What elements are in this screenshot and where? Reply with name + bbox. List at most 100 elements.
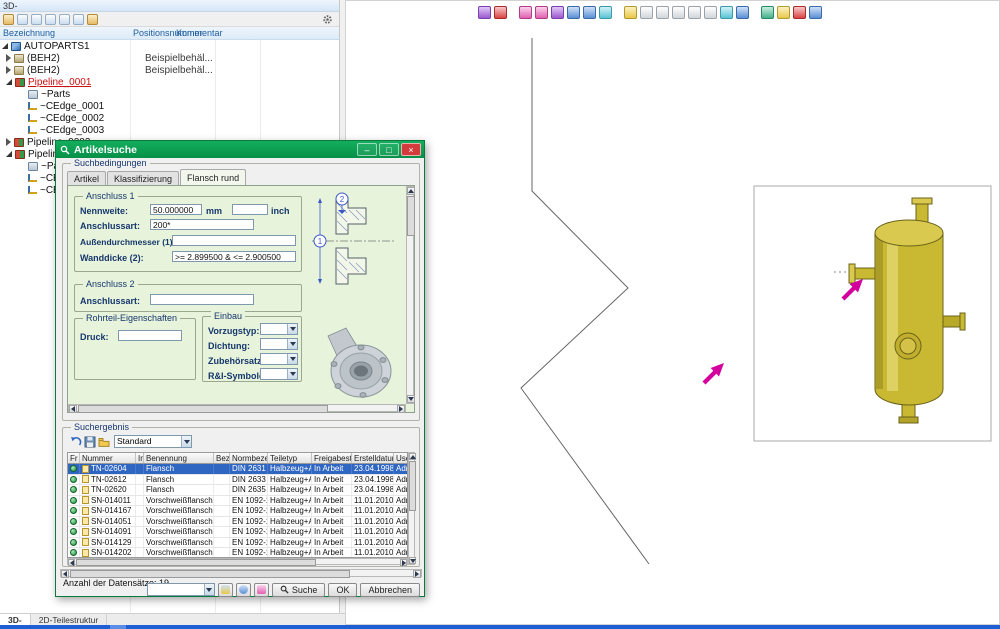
column-kommentar[interactable]: Kommentar xyxy=(176,28,223,38)
drawing-canvas[interactable] xyxy=(346,1,1000,626)
tree-row[interactable]: ~CEdge_0001 xyxy=(0,100,339,112)
dialog-titlebar[interactable]: Artikelsuche – □ × xyxy=(56,141,424,158)
column-bezeichnung[interactable]: Bezeichnung xyxy=(3,28,55,38)
taskbar-item[interactable] xyxy=(110,625,126,629)
print-icon[interactable] xyxy=(3,14,14,25)
chevron-down-icon[interactable] xyxy=(287,369,297,379)
grid-table-icon[interactable] xyxy=(761,6,774,19)
table-horizontal-scrollbar[interactable] xyxy=(67,558,408,565)
find-part-icon[interactable] xyxy=(87,14,98,25)
result-row[interactable]: SN-014051 Vorschweißflansch EN 1092-1/1 … xyxy=(68,517,407,528)
maximize-icon[interactable]: □ xyxy=(379,143,399,156)
zoom-prev-icon[interactable] xyxy=(599,6,612,19)
part-preview-button[interactable] xyxy=(218,583,233,597)
result-row[interactable]: SN-014202 Vorschweißflansch EN 1092-1/1 … xyxy=(68,548,407,558)
scroll-up-icon[interactable] xyxy=(407,187,415,195)
sheet-props-icon[interactable] xyxy=(704,6,717,19)
results-header-row[interactable]: Fr Nummer In Benennung Bezeic Normbezei … xyxy=(68,453,407,464)
tab-3d[interactable]: 3D- xyxy=(0,614,31,625)
tree-row[interactable]: ~CEdge_0002 xyxy=(0,112,339,124)
pencil-icon[interactable] xyxy=(519,6,532,19)
scroll-left-icon[interactable] xyxy=(68,559,75,566)
collapse-all-icon[interactable] xyxy=(45,14,56,25)
layers-icon[interactable] xyxy=(736,6,749,19)
clear-button[interactable] xyxy=(254,583,269,597)
aussendurchmesser-input[interactable] xyxy=(172,235,296,246)
pen-icon[interactable] xyxy=(535,6,548,19)
result-row[interactable]: TN-02612 Flansch DIN 2633 Halbzeug+An In… xyxy=(68,475,407,486)
scroll-thumb[interactable] xyxy=(78,405,328,413)
tab-flansch-rund[interactable]: Flansch rund xyxy=(180,169,246,185)
anschlussart2-input[interactable] xyxy=(150,294,254,305)
expanded-arrow-icon[interactable] xyxy=(6,79,12,85)
undo-icon[interactable] xyxy=(70,436,82,448)
tree-row[interactable]: (BEH2)Beispielbehäl... xyxy=(0,64,339,76)
refresh-button[interactable] xyxy=(236,583,251,597)
close-icon[interactable]: × xyxy=(401,143,421,156)
scroll-left-icon[interactable] xyxy=(69,405,77,413)
dialog-horizontal-scrollbar[interactable] xyxy=(60,569,422,577)
paint-icon[interactable] xyxy=(624,6,637,19)
result-row[interactable]: SN-014167 Vorschweißflansch EN 1092-1/1 … xyxy=(68,506,407,517)
pane-vertical-scrollbar[interactable] xyxy=(406,186,414,404)
zubehoersatz-combo[interactable] xyxy=(260,353,298,365)
scroll-right-icon[interactable] xyxy=(397,405,405,413)
viewport-icon[interactable] xyxy=(720,6,733,19)
chevron-down-icon[interactable] xyxy=(181,436,191,447)
zoom-window-icon[interactable] xyxy=(583,6,596,19)
collapsed-arrow-icon[interactable] xyxy=(6,138,11,146)
table-vertical-scrollbar[interactable] xyxy=(408,452,415,565)
expanded-arrow-icon[interactable] xyxy=(2,43,8,49)
anschlussart-input[interactable] xyxy=(150,219,254,230)
filter-icon[interactable] xyxy=(809,6,822,19)
scissors-icon[interactable] xyxy=(551,6,564,19)
scroll-right-icon[interactable] xyxy=(400,559,407,566)
refresh-tree-icon[interactable] xyxy=(17,14,28,25)
chevron-down-icon[interactable] xyxy=(287,354,297,364)
favorites-combo[interactable] xyxy=(147,583,215,596)
parts-list-icon[interactable] xyxy=(777,6,790,19)
sheet-save-icon[interactable] xyxy=(688,6,701,19)
result-row[interactable]: SN-014129 Vorschweißflansch EN 1092-1/1 … xyxy=(68,538,407,549)
delete-icon[interactable] xyxy=(793,6,806,19)
dichtung-combo[interactable] xyxy=(260,338,298,350)
suche-button[interactable]: Suche xyxy=(272,583,326,597)
scroll-up-icon[interactable] xyxy=(409,453,416,460)
tree-row[interactable]: ~Parts xyxy=(0,88,339,100)
chevron-down-icon[interactable] xyxy=(287,339,297,349)
ok-button[interactable]: OK xyxy=(328,583,357,597)
wanddicke-input[interactable] xyxy=(172,251,296,262)
collapsed-arrow-icon[interactable] xyxy=(6,66,11,74)
scroll-left-icon[interactable] xyxy=(61,570,69,578)
vorzugstyp-combo[interactable] xyxy=(260,323,298,335)
taskbar[interactable] xyxy=(0,625,1000,629)
abbrechen-button[interactable]: Abbrechen xyxy=(360,583,420,597)
save-icon[interactable] xyxy=(84,436,96,448)
scroll-thumb[interactable] xyxy=(70,570,350,578)
tab-2d-teilestruktur[interactable]: 2D-Teilestruktur xyxy=(31,614,108,625)
tab-artikel[interactable]: Artikel xyxy=(67,171,106,185)
open-folder-icon[interactable] xyxy=(98,436,110,448)
sheet-new-icon[interactable] xyxy=(656,6,669,19)
drawing-area[interactable] xyxy=(345,0,1000,625)
snap-grid-icon[interactable] xyxy=(478,6,491,19)
sheet-open-icon[interactable] xyxy=(672,6,685,19)
sync-selection-icon[interactable] xyxy=(73,14,84,25)
sketch-plane-icon[interactable] xyxy=(494,6,507,19)
result-row[interactable]: SN-014011 Vorschweißflansch EN 1092-1/1 … xyxy=(68,496,407,507)
panel-titlebar[interactable]: 3D- xyxy=(0,0,339,12)
chevron-down-icon[interactable] xyxy=(287,324,297,334)
expand-all-icon[interactable] xyxy=(31,14,42,25)
tab-klassifizierung[interactable]: Klassifizierung xyxy=(107,171,179,185)
druck-input[interactable] xyxy=(118,330,182,341)
result-row-selected[interactable]: TN-02604 Flansch DIN 2631 Halbzeug+An In… xyxy=(68,464,407,475)
tree-row[interactable]: ~CEdge_0003 xyxy=(0,124,339,136)
minimize-icon[interactable]: – xyxy=(357,143,377,156)
scroll-thumb[interactable] xyxy=(76,559,316,566)
preset-combo[interactable]: Standard xyxy=(114,435,192,448)
zoom-in-icon[interactable] xyxy=(567,6,580,19)
chevron-down-icon[interactable] xyxy=(204,584,214,595)
settings-gear-icon[interactable] xyxy=(322,14,333,25)
result-row[interactable]: SN-014091 Vorschweißflansch EN 1092-1/1 … xyxy=(68,527,407,538)
scroll-down-icon[interactable] xyxy=(409,557,416,564)
